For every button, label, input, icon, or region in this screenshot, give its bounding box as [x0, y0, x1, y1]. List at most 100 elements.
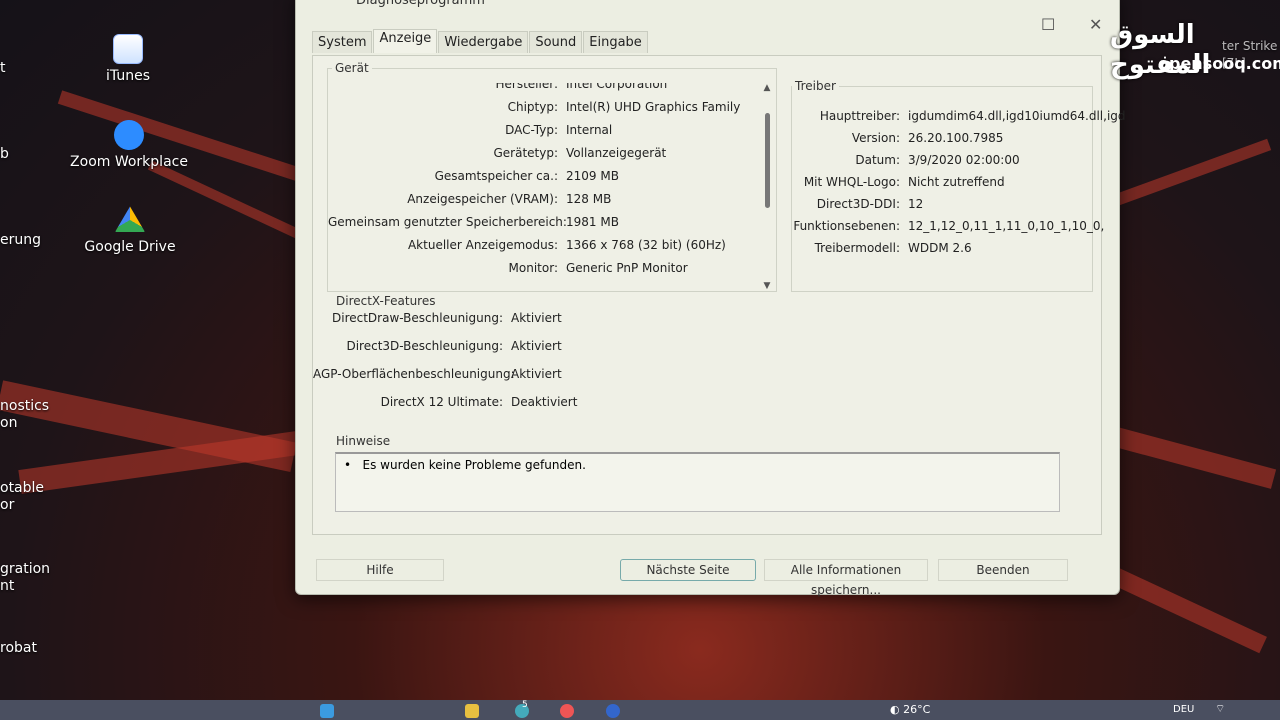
- info-key: DAC-Typ:: [505, 123, 558, 137]
- info-value: 12: [908, 197, 924, 211]
- info-row: Treibermodell: WDDM 2.6: [792, 241, 972, 255]
- info-value: 2109 MB: [566, 169, 619, 183]
- tab-sound[interactable]: Sound: [529, 31, 583, 53]
- device-scrollbar[interactable]: ▲ ▼: [760, 83, 774, 291]
- weather-icon: ◐: [890, 703, 900, 716]
- wifi-icon[interactable]: ⌔: [1215, 702, 1225, 716]
- info-key: Gerätetyp:: [493, 146, 558, 160]
- info-key: Chiptyp:: [507, 100, 558, 114]
- desktop-icon-label: Google Drive: [84, 239, 176, 255]
- info-key: AGP-Oberflächenbeschleunigung:: [313, 367, 515, 381]
- info-row: Chiptyp: Intel(R) UHD Graphics Family: [328, 100, 741, 114]
- desktop-icon-label-cut[interactable]: nostics on: [0, 398, 49, 432]
- info-value: Deaktiviert: [511, 395, 578, 409]
- info-key: Gemeinsam genutzter Speicherbereich:: [328, 215, 567, 229]
- info-value: 12_1,12_0,11_1,11_0,10_1,10_0,: [908, 219, 1105, 233]
- desktop-icon-label-cut[interactable]: otable or: [0, 480, 44, 514]
- info-value: 128 MB: [566, 192, 612, 206]
- bullet-icon: •: [344, 458, 352, 472]
- info-row: Version: 26.20.100.7985: [792, 131, 1004, 145]
- info-row: Gemeinsam genutzter Speicherbereich:1981…: [328, 215, 619, 229]
- info-row: Haupttreiber: igdumdim64.dll,igd10iumd64.…: [792, 109, 1126, 123]
- desktop-icon-label-cut[interactable]: b: [0, 146, 9, 163]
- info-row: Monitor: Generic PnP Monitor: [328, 261, 688, 275]
- info-value: Aktiviert: [511, 311, 562, 325]
- info-key: Mit WHQL-Logo:: [803, 175, 900, 189]
- tab-eingabe[interactable]: Eingabe: [583, 31, 648, 53]
- info-row: Mit WHQL-Logo: Nicht zutreffend: [792, 175, 1005, 189]
- info-key: DirectDraw-Beschleunigung:: [332, 311, 503, 325]
- info-row: Direct3D-Beschleunigung: Aktiviert: [313, 339, 562, 353]
- info-value: 1981 MB: [566, 215, 619, 229]
- language-indicator[interactable]: DEU: [1173, 704, 1194, 715]
- info-value: igdumdim64.dll,igd10iumd64.dll,igd: [908, 109, 1126, 123]
- tab-wiedergabe[interactable]: Wiedergabe: [438, 31, 529, 53]
- info-value: 3/9/2020 02:00:00: [908, 153, 1020, 167]
- info-value: Aktiviert: [511, 339, 562, 353]
- taskbar-app-icon[interactable]: [465, 704, 479, 718]
- driver-group-label: Treiber: [792, 79, 839, 93]
- taskbar-badge: 5: [522, 700, 528, 710]
- device-info-list: Hersteller: Intel Corporation Chiptyp: Inte…: [328, 83, 758, 291]
- info-row: Direct3D-DDI: 12: [792, 197, 923, 211]
- close-button[interactable]: ✕: [1089, 15, 1102, 34]
- info-value: Intel(R) UHD Graphics Family: [566, 100, 741, 114]
- desktop-icon-zoom[interactable]: Zoom Workplace: [64, 120, 194, 170]
- info-key: Version:: [851, 131, 900, 145]
- desktop-icon-label: iTunes: [106, 68, 150, 84]
- info-value: Nicht zutreffend: [908, 175, 1005, 189]
- info-key: Haupttreiber:: [819, 109, 900, 123]
- info-value: Internal: [566, 123, 613, 137]
- info-row: Hersteller: Intel Corporation: [328, 83, 668, 91]
- info-row: Datum: 3/9/2020 02:00:00: [792, 153, 1020, 167]
- desktop-icon-label-cut[interactable]: t: [0, 60, 6, 77]
- tab-system[interactable]: System: [312, 31, 373, 53]
- info-value: 1366 x 768 (32 bit) (60Hz): [566, 238, 726, 252]
- info-row: Aktueller Anzeigemodus: 1366 x 768 (32 bi…: [328, 238, 726, 252]
- scroll-up-icon[interactable]: ▲: [760, 83, 774, 93]
- google-drive-icon: [115, 206, 145, 232]
- desktop-icon-label-cut[interactable]: gration nt: [0, 561, 50, 595]
- info-key: Datum:: [855, 153, 900, 167]
- help-button[interactable]: Hilfe: [316, 559, 444, 581]
- tab-anzeige[interactable]: Anzeige: [373, 29, 438, 53]
- info-row: DAC-Typ: Internal: [328, 123, 612, 137]
- display-panel: Gerät Hersteller: Intel Corporation Chipty…: [312, 55, 1126, 535]
- exit-button[interactable]: Beenden: [938, 559, 1068, 581]
- dxdiag-window: Diagnoseprogramm ☐ ✕ System Anzeige Wied…: [295, 0, 1126, 597]
- notes-label: Hinweise: [333, 434, 394, 448]
- desktop-icon-google-drive[interactable]: Google Drive: [65, 205, 195, 255]
- next-page-button[interactable]: Nächste Seite: [620, 559, 756, 581]
- device-group: Gerät Hersteller: Intel Corporation Chipty…: [327, 61, 777, 292]
- driver-group: Treiber Haupttreiber: igdumdim64.dll,igd1…: [791, 79, 1126, 292]
- info-key: Hersteller:: [495, 83, 559, 91]
- scroll-thumb[interactable]: [764, 113, 770, 208]
- notes-box[interactable]: • Es wurden keine Probleme gefunden.: [335, 452, 1060, 512]
- taskbar-app-icon[interactable]: [320, 704, 334, 718]
- desktop-icon-label-cut[interactable]: erung: [0, 232, 41, 249]
- info-value: Intel Corporation: [566, 83, 668, 91]
- info-value: 26.20.100.7985: [908, 131, 1004, 145]
- zoom-icon: [114, 120, 144, 150]
- note-item: Es wurden keine Probleme gefunden.: [362, 458, 586, 472]
- weather-temp: 26°C: [903, 703, 931, 716]
- info-row: AGP-Oberflächenbeschleunigung:Aktiviert: [313, 367, 562, 381]
- watermark-latin: opensooq.com: [1158, 54, 1280, 73]
- info-row: DirectDraw-Beschleunigung: Aktiviert: [313, 311, 562, 325]
- desktop-icon-label-cut[interactable]: robat: [0, 640, 37, 657]
- maximize-button[interactable]: ☐: [1041, 15, 1055, 34]
- info-row: Funktionsebenen: 12_1,12_0,11_1,11_0,10_1…: [792, 219, 1104, 233]
- scroll-down-icon[interactable]: ▼: [760, 281, 774, 291]
- info-key: Direct3D-Beschleunigung:: [346, 339, 503, 353]
- save-all-info-button[interactable]: Alle Informationen speichern...: [764, 559, 928, 597]
- taskbar: 5 ◐ 26°C DEU ⌔: [0, 700, 1280, 720]
- weather-widget[interactable]: ◐ 26°C: [890, 703, 930, 716]
- info-value: Vollanzeigegerät: [566, 146, 667, 160]
- info-row: Anzeigespeicher (VRAM): 128 MB: [328, 192, 611, 206]
- taskbar-app-icon[interactable]: [606, 704, 620, 718]
- taskbar-app-icon[interactable]: [560, 704, 574, 718]
- desktop-icon-label: Zoom Workplace: [70, 154, 188, 170]
- info-key: Monitor:: [508, 261, 558, 275]
- desktop-icon-itunes[interactable]: iTunes: [63, 34, 193, 84]
- directx-features-label: DirectX-Features: [333, 294, 439, 308]
